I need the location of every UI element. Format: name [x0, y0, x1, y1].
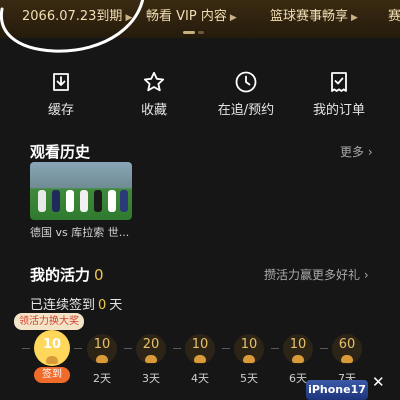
vip-benefit-content-text: 畅看 VIP 内容 — [146, 9, 227, 24]
banner-pager — [183, 31, 204, 34]
history-more-text: 更多 — [340, 145, 365, 159]
player-figure — [52, 190, 60, 212]
day-4-coin: 10 — [185, 334, 215, 364]
day-2-points: 10 — [93, 337, 111, 352]
streak-suffix: 天 — [109, 298, 123, 313]
sign-in-streak: 已连续签到 0 天 — [30, 294, 122, 313]
day-1-coin[interactable]: 10 — [34, 330, 70, 366]
day-5-label: 5天 — [240, 372, 258, 385]
iphone-promo-badge[interactable]: iPhone17 — [306, 380, 368, 400]
chevron-right-icon: ▶ — [229, 13, 237, 23]
vitality-rewards-link[interactable]: 攒活力赢更多好礼 › — [264, 266, 369, 283]
day-5-coin: 10 — [234, 334, 264, 364]
player-figure — [80, 190, 88, 212]
following-label: 在追/预约 — [217, 103, 275, 118]
vip-expiry-text: 2066.07.23到期 — [22, 9, 123, 24]
favorites-button[interactable]: 收藏 — [109, 70, 199, 118]
player-figure — [66, 190, 74, 212]
reward-tag[interactable]: 领活力换大奖 — [14, 313, 84, 330]
divider — [320, 348, 328, 349]
streak-prefix: 已连续签到 — [30, 298, 96, 313]
day-2-coin: 10 — [87, 334, 117, 364]
flame-icon — [292, 355, 304, 363]
player-figure — [108, 190, 116, 212]
divider — [74, 348, 82, 349]
vitality-title: 我的活力 0 — [30, 264, 104, 285]
chevron-right-icon: ▶ — [351, 13, 358, 23]
day-7-coin: 60 — [332, 334, 362, 364]
day-6-coin: 10 — [283, 334, 313, 364]
download-icon — [53, 73, 69, 91]
vip-benefits-banner[interactable]: 2066.07.23到期 ▶ 畅看 VIP 内容 ▶ 篮球赛事畅享 ▶ 赛 — [0, 0, 400, 38]
vip-expiry[interactable]: 2066.07.23到期 ▶ — [22, 5, 132, 24]
quick-actions: 缓存 收藏 在追/预约 我的订单 — [0, 70, 400, 120]
divider — [271, 348, 279, 349]
day-3-label: 3天 — [142, 372, 160, 385]
divider — [173, 348, 181, 349]
following-button[interactable]: 在追/预约 — [201, 70, 291, 118]
chevron-right-icon: › — [360, 268, 369, 282]
chevron-right-icon: ▶ — [125, 13, 133, 23]
player-figure — [94, 190, 102, 212]
order-icon — [331, 72, 347, 92]
chevron-right-icon: › — [364, 145, 373, 159]
vitality-title-text: 我的活力 — [30, 266, 91, 284]
day-3-coin: 20 — [136, 334, 166, 364]
vip-benefit-content[interactable]: 畅看 VIP 内容 ▶ — [146, 5, 237, 24]
history-item-caption[interactable]: 德国 vs 库拉索 世... — [30, 224, 129, 240]
day-7-points: 60 — [338, 337, 356, 352]
flame-icon — [243, 355, 255, 363]
divider — [222, 348, 230, 349]
flame-icon — [341, 355, 353, 363]
day-5-points: 10 — [240, 337, 258, 352]
streak-days: 0 — [98, 298, 107, 313]
day-6-points: 10 — [289, 337, 307, 352]
vip-benefit-more-text: 赛 — [388, 9, 400, 24]
player-figure — [38, 190, 46, 212]
history-thumbnail[interactable] — [30, 162, 132, 220]
vitality-score: 0 — [94, 266, 104, 284]
day-3-points: 20 — [142, 337, 160, 352]
flame-icon — [145, 355, 157, 363]
day-4-label: 4天 — [191, 372, 209, 385]
cache-label: 缓存 — [47, 103, 74, 118]
history-title: 观看历史 — [30, 143, 91, 161]
my-orders-label: 我的订单 — [312, 103, 365, 118]
player-figure — [120, 190, 128, 212]
vip-benefit-basketball[interactable]: 篮球赛事畅享 ▶ — [270, 5, 358, 24]
flame-icon — [46, 356, 58, 364]
flame-icon — [194, 355, 206, 363]
close-icon[interactable]: ✕ — [372, 373, 385, 391]
star-icon — [143, 71, 165, 92]
clock-icon — [235, 71, 257, 93]
favorites-label: 收藏 — [140, 103, 167, 118]
vip-benefit-basketball-text: 篮球赛事畅享 — [270, 9, 349, 24]
history-more-link[interactable]: 更多 › — [340, 143, 373, 160]
sign-in-button[interactable]: 签到 — [34, 367, 70, 383]
day-2-label: 2天 — [93, 372, 111, 385]
divider — [22, 348, 30, 349]
pager-dot-active — [183, 31, 195, 34]
vip-benefit-more[interactable]: 赛 — [388, 5, 400, 24]
cache-button[interactable]: 缓存 — [16, 70, 106, 118]
flame-icon — [96, 355, 108, 363]
day-4-points: 10 — [191, 337, 209, 352]
vitality-rewards-text: 攒活力赢更多好礼 — [264, 268, 361, 282]
my-orders-button[interactable]: 我的订单 — [294, 70, 384, 118]
pager-dot — [198, 31, 204, 34]
divider — [124, 348, 132, 349]
